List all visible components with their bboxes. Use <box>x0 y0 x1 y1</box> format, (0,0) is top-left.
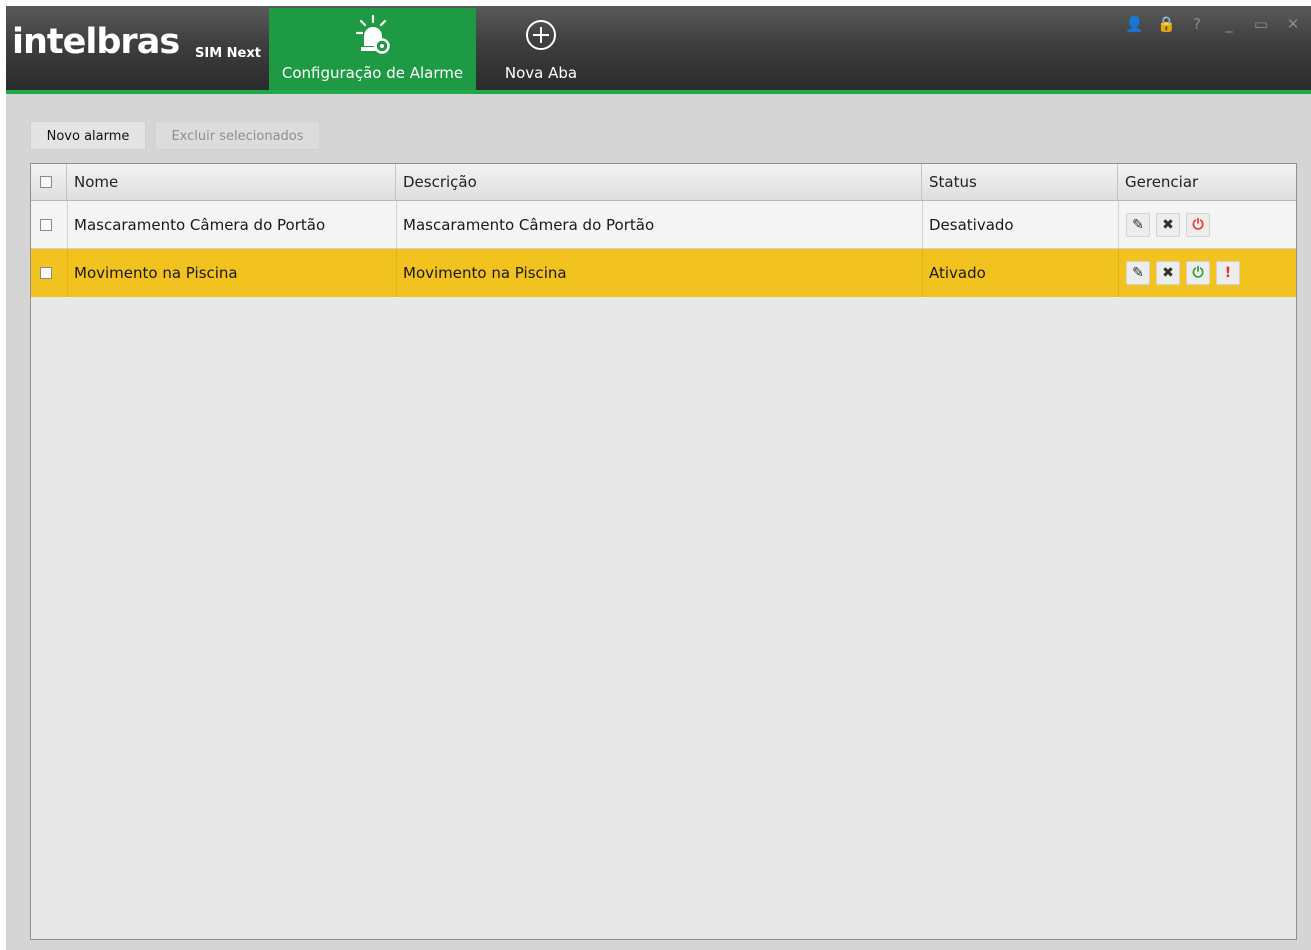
brand-logo: intelbras <box>12 22 180 62</box>
column-divider <box>1118 201 1119 249</box>
tab-label: Nova Aba <box>504 64 578 82</box>
delete-selected-button[interactable]: Excluir selecionados <box>155 121 320 150</box>
row-checkbox[interactable] <box>40 267 52 279</box>
tab-nova-aba[interactable]: Nova Aba <box>480 8 602 90</box>
new-alarm-button[interactable]: Novo alarme <box>30 121 146 150</box>
user-icon[interactable]: 👤 <box>1125 16 1144 32</box>
row-descricao: Mascaramento Câmera do Portão <box>403 216 655 234</box>
row-checkbox[interactable] <box>40 219 52 231</box>
lock-icon[interactable]: 🔒 <box>1157 16 1176 32</box>
column-header-gerenciar: Gerenciar <box>1125 173 1199 191</box>
title-accent-line <box>6 90 1311 94</box>
column-header-descricao[interactable]: Descrição <box>396 164 922 200</box>
table-row[interactable]: Mascaramento Câmera do Portão Mascaramen… <box>31 201 1296 249</box>
delete-icon[interactable]: ✖ <box>1156 261 1180 285</box>
power-icon[interactable]: ⏻ <box>1186 213 1210 237</box>
maximize-icon[interactable]: ▭ <box>1253 16 1269 32</box>
column-divider <box>1118 249 1119 297</box>
tab-label: Configuração de Alarme <box>281 64 464 82</box>
product-name: SIM Next <box>195 46 261 61</box>
column-header-status[interactable]: Status <box>922 164 1118 200</box>
help-icon[interactable]: ? <box>1189 16 1205 32</box>
alarm-table: Nome Descrição Status Gerenciar Mascaram… <box>30 163 1297 940</box>
power-icon[interactable]: ⏻ <box>1186 261 1210 285</box>
table-header: Nome Descrição Status Gerenciar <box>31 164 1296 201</box>
plus-circle-icon <box>526 20 556 50</box>
row-status: Desativado <box>929 216 1014 234</box>
select-all-checkbox[interactable] <box>40 176 52 188</box>
row-status: Ativado <box>929 264 986 282</box>
row-descricao: Movimento na Piscina <box>403 264 567 282</box>
column-header-nome[interactable]: Nome <box>67 164 396 200</box>
minimize-icon[interactable]: _ <box>1221 16 1237 32</box>
edit-icon[interactable]: ✎ <box>1126 261 1150 285</box>
row-nome: Mascaramento Câmera do Portão <box>74 216 326 234</box>
select-all-cell <box>31 164 67 200</box>
tab-configuracao-de-alarme[interactable]: Configuração de Alarme <box>269 8 476 90</box>
close-icon[interactable]: ✕ <box>1285 16 1301 32</box>
table-row-selected[interactable]: Movimento na Piscina Movimento na Piscin… <box>31 249 1296 297</box>
edit-icon[interactable]: ✎ <box>1126 213 1150 237</box>
warning-icon[interactable]: ! <box>1216 261 1240 285</box>
alarm-gear-icon <box>355 14 390 54</box>
row-nome: Movimento na Piscina <box>74 264 238 282</box>
window-controls: 👤 🔒 ? _ ▭ ✕ <box>1125 16 1301 32</box>
title-bar: intelbras SIM Next Configuração de Alarm… <box>6 6 1311 90</box>
delete-icon[interactable]: ✖ <box>1156 213 1180 237</box>
app-window: intelbras SIM Next Configuração de Alarm… <box>6 6 1311 950</box>
